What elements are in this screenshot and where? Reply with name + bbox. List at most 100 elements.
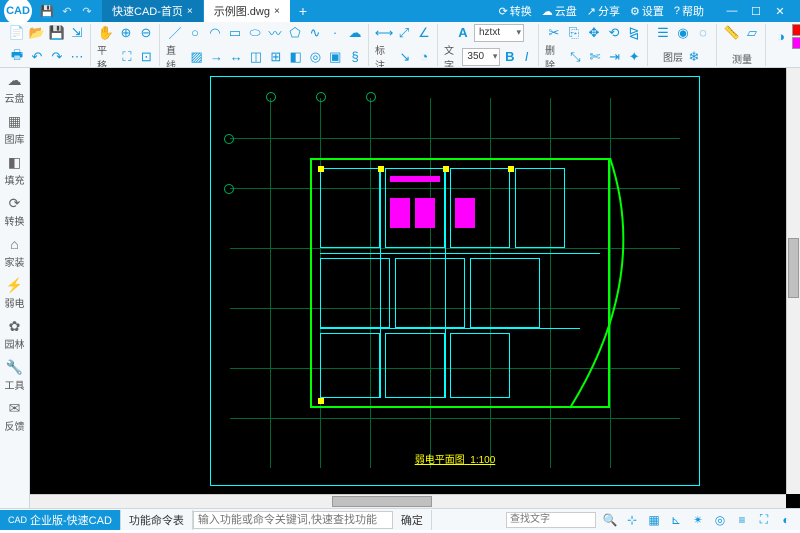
circle-icon[interactable]: ○ xyxy=(186,24,204,42)
hatch-icon[interactable]: ▨ xyxy=(188,48,206,66)
color-red[interactable] xyxy=(792,24,800,36)
search-icon[interactable]: 🔍 xyxy=(602,512,618,528)
edition-chip[interactable]: CAD企业版-快速CAD xyxy=(0,510,121,530)
move-icon[interactable]: ✥ xyxy=(585,24,603,42)
color-picker-icon[interactable]: ◑ xyxy=(772,27,790,45)
donut-icon[interactable]: ◎ xyxy=(307,48,325,66)
redo-icon[interactable]: ↷ xyxy=(48,48,66,66)
block-icon[interactable]: ◫ xyxy=(247,48,265,66)
italic-button[interactable]: I xyxy=(519,48,534,66)
ray-icon[interactable]: → xyxy=(208,48,226,66)
cloud-icon[interactable]: ☁ xyxy=(346,24,364,42)
polygon-icon[interactable]: ⬠ xyxy=(286,24,304,42)
sidebar-item-home[interactable]: ⌂家装 xyxy=(1,236,29,269)
helix-icon[interactable]: § xyxy=(346,48,364,66)
print-icon[interactable]: 🖶 xyxy=(8,48,26,66)
leader-icon[interactable]: ↘ xyxy=(396,48,413,66)
region-icon[interactable]: ◧ xyxy=(287,48,305,66)
save-icon[interactable]: 💾 xyxy=(40,4,54,18)
save-icon[interactable]: 💾 xyxy=(48,24,66,42)
color-magenta[interactable] xyxy=(792,37,800,49)
xline-icon[interactable]: ↔ xyxy=(227,48,245,66)
open-icon[interactable]: 📂 xyxy=(28,24,46,42)
point-icon[interactable]: · xyxy=(326,24,344,42)
extend-icon[interactable]: ⇥ xyxy=(606,48,624,66)
vertical-scrollbar[interactable] xyxy=(786,68,800,494)
polar-icon[interactable]: ✴ xyxy=(690,512,706,528)
rotate-icon[interactable]: ⟲ xyxy=(605,24,623,42)
ellipse-icon[interactable]: ⬭ xyxy=(246,24,264,42)
sidebar-item-garden[interactable]: ✿园林 xyxy=(1,318,29,351)
dim-linear-icon[interactable]: ⟷ xyxy=(375,24,393,42)
explode-icon[interactable]: ✦ xyxy=(625,48,643,66)
help-button[interactable]: ?帮助 xyxy=(674,3,704,19)
export-icon[interactable]: ⇲ xyxy=(68,24,86,42)
add-tab-button[interactable]: + xyxy=(291,0,315,22)
horizontal-scrollbar[interactable] xyxy=(30,494,786,508)
dim-aligned-icon[interactable]: ⤢ xyxy=(395,24,413,42)
share-button[interactable]: ↗分享 xyxy=(587,3,620,19)
sidebar-item-fill[interactable]: ◧填充 xyxy=(1,154,29,187)
layer-icon[interactable]: ☰ xyxy=(654,24,672,42)
rect-icon[interactable]: ▭ xyxy=(226,24,244,42)
zoom-out-icon[interactable]: ⊖ xyxy=(137,24,155,42)
drawing-canvas[interactable]: 弱电平面图 1:100 xyxy=(30,68,800,508)
wipeout-icon[interactable]: ▣ xyxy=(326,48,344,66)
cmd-table-button[interactable]: 功能命令表 xyxy=(121,510,193,530)
bold-button[interactable]: B xyxy=(502,48,517,66)
maximize-button[interactable]: ☐ xyxy=(744,0,768,22)
cloud-button[interactable]: ☁云盘 xyxy=(542,3,577,19)
measure-dist-icon[interactable]: 📏 xyxy=(723,24,741,42)
spline-icon[interactable]: ∿ xyxy=(306,24,324,42)
text-icon[interactable]: A xyxy=(454,24,472,42)
layer-freeze-icon[interactable]: ❄ xyxy=(685,48,703,66)
mirror-icon[interactable]: ⧎ xyxy=(625,24,643,42)
font-select[interactable]: hztxt xyxy=(474,24,524,42)
copy-icon[interactable]: ⎘ xyxy=(565,24,583,42)
more-icon[interactable]: ⋯ xyxy=(68,48,86,66)
snap-icon[interactable]: ⊹ xyxy=(624,512,640,528)
zoom-window-icon[interactable]: ⛶ xyxy=(118,48,135,66)
sidebar-item-cloud[interactable]: ☁云盘 xyxy=(1,72,29,105)
delete-icon[interactable]: ✂ xyxy=(545,24,563,42)
confirm-button[interactable]: 确定 xyxy=(393,510,432,530)
sidebar-item-feedback[interactable]: ✉反馈 xyxy=(1,400,29,433)
lineweight-icon[interactable]: ≡ xyxy=(734,512,750,528)
fullscreen-icon[interactable]: ⛶ xyxy=(756,512,772,528)
measure-area-icon[interactable]: ▱ xyxy=(743,24,761,42)
undo-icon[interactable]: ↶ xyxy=(28,48,46,66)
table-icon[interactable]: ⊞ xyxy=(267,48,285,66)
sidebar-item-weak-elec[interactable]: ⚡弱电 xyxy=(1,277,29,310)
search-input[interactable] xyxy=(506,512,596,528)
osnap-icon[interactable]: ◎ xyxy=(712,512,728,528)
redo-icon[interactable]: ↷ xyxy=(80,4,94,18)
status-color-icon[interactable]: ◐ xyxy=(778,512,794,528)
close-icon[interactable]: × xyxy=(274,6,280,17)
tab-drawing[interactable]: 示例图.dwg × xyxy=(204,0,291,22)
close-icon[interactable]: × xyxy=(187,6,193,17)
dim-radius-icon[interactable]: ◔ xyxy=(416,48,433,66)
sidebar-item-library[interactable]: ▦图库 xyxy=(1,113,29,146)
trim-icon[interactable]: ✄ xyxy=(586,48,604,66)
tab-home[interactable]: 快速CAD-首页 × xyxy=(102,0,204,22)
arc-icon[interactable]: ◠ xyxy=(206,24,224,42)
sidebar-item-tools[interactable]: 🔧工具 xyxy=(1,359,29,392)
command-input[interactable] xyxy=(193,511,393,529)
pan-icon[interactable]: ✋ xyxy=(97,24,115,42)
settings-button[interactable]: ⚙设置 xyxy=(630,3,664,19)
grid-icon[interactable]: ▦ xyxy=(646,512,662,528)
zoom-in-icon[interactable]: ⊕ xyxy=(117,24,135,42)
polyline-icon[interactable]: 〰 xyxy=(266,24,284,42)
new-icon[interactable]: 📄 xyxy=(8,24,26,42)
dim-angular-icon[interactable]: ∠ xyxy=(415,24,433,42)
zoom-extents-icon[interactable]: ⊡ xyxy=(138,48,155,66)
convert-button[interactable]: ⟳转换 xyxy=(499,3,532,19)
layer-off-icon[interactable]: ◌ xyxy=(694,24,712,42)
ortho-icon[interactable]: ⊾ xyxy=(668,512,684,528)
undo-icon[interactable]: ↶ xyxy=(60,4,74,18)
line-icon[interactable]: ／ xyxy=(166,24,184,42)
minimize-button[interactable]: — xyxy=(720,0,744,22)
sidebar-item-convert[interactable]: ⟳转换 xyxy=(1,195,29,228)
scale-icon[interactable]: ⤡ xyxy=(567,48,585,66)
close-button[interactable]: ✕ xyxy=(768,0,792,22)
